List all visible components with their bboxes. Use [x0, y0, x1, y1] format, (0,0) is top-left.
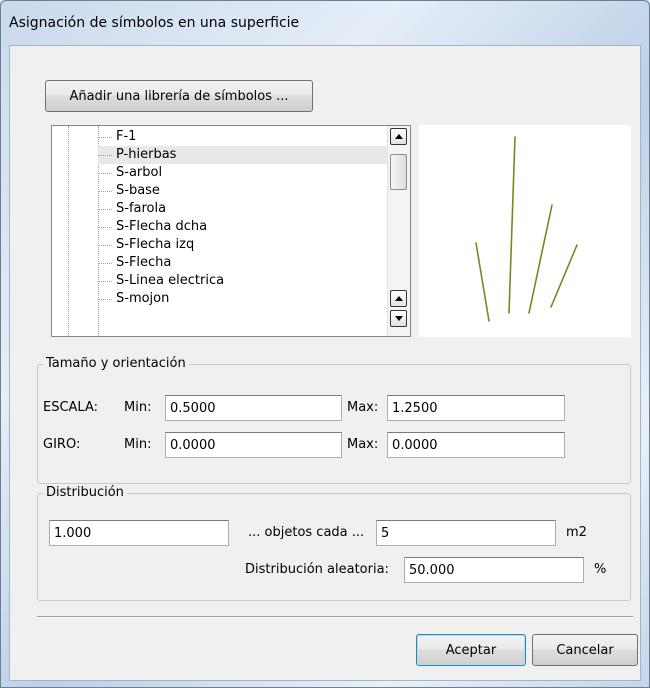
size-orientation-group: Tamaño y orientación ESCALA: Min: Max: G…: [37, 355, 631, 484]
rotation-max-label: Max:: [347, 437, 379, 452]
list-scrollbar[interactable]: [387, 126, 410, 336]
dialog-window: Asignación de símbolos en una superficie…: [0, 0, 650, 688]
accept-button[interactable]: Aceptar: [416, 634, 526, 666]
area-input[interactable]: [376, 520, 556, 546]
window-title: Asignación de símbolos en una superficie: [9, 15, 300, 31]
tree-guide-line: [68, 126, 69, 336]
list-item-label: P-hierbas: [116, 147, 177, 162]
grass-icon: [475, 136, 578, 322]
random-distribution-input[interactable]: [404, 557, 584, 583]
rotation-min-label: Min:: [124, 437, 152, 452]
objects-per-label: ... objetos cada ...: [248, 525, 365, 540]
list-item[interactable]: S-Linea electrica: [98, 272, 388, 290]
symbol-preview: [419, 125, 631, 337]
list-item[interactable]: S-mojon: [98, 290, 388, 308]
scroll-up-button[interactable]: [390, 128, 407, 145]
list-item[interactable]: S-farola: [98, 200, 388, 218]
scale-min-input[interactable]: [165, 395, 342, 421]
list-item-label: S-base: [116, 183, 160, 198]
scale-max-label: Max:: [347, 400, 379, 415]
scale-max-input[interactable]: [387, 395, 565, 421]
list-item-label: S-Linea electrica: [116, 273, 225, 288]
symbol-list-content: F-1 P-hierbas S-arbol S-base S-farola S-…: [52, 126, 389, 336]
rotation-label: GIRO:: [43, 437, 81, 452]
arrow-up-icon: [394, 296, 403, 301]
scroll-up-button[interactable]: [390, 290, 407, 307]
scale-min-label: Min:: [124, 400, 152, 415]
list-item-label: S-arbol: [116, 165, 163, 180]
arrow-down-icon: [394, 316, 403, 321]
list-item[interactable]: S-arbol: [98, 164, 388, 182]
list-item-label: S-Flecha dcha: [116, 219, 208, 234]
percent-unit-label: %: [594, 562, 607, 577]
list-item-label: S-Flecha izq: [116, 237, 195, 252]
distribution-group: Distribución ... objetos cada ... m2 Dis…: [37, 484, 631, 601]
scroll-thumb[interactable]: [390, 154, 407, 190]
object-count-input[interactable]: [49, 520, 229, 546]
add-library-button[interactable]: Añadir una librería de símbolos ...: [45, 80, 313, 112]
footer-divider: [37, 616, 633, 618]
list-item-label: S-farola: [116, 201, 167, 216]
list-item-label: S-mojon: [116, 291, 170, 306]
list-item[interactable]: S-Flecha dcha: [98, 218, 388, 236]
rotation-max-input[interactable]: [387, 432, 565, 458]
list-item-selected[interactable]: P-hierbas: [98, 146, 388, 164]
list-item[interactable]: S-Flecha: [98, 254, 388, 272]
title-bar[interactable]: Asignación de símbolos en una superficie: [1, 1, 649, 45]
scroll-down-button[interactable]: [390, 310, 407, 327]
symbol-list[interactable]: F-1 P-hierbas S-arbol S-base S-farola S-…: [51, 125, 411, 337]
list-item[interactable]: F-1: [98, 128, 388, 146]
list-item-label: S-Flecha: [116, 255, 172, 270]
rotation-min-input[interactable]: [165, 432, 342, 458]
list-item-label: F-1: [116, 129, 137, 144]
random-distribution-label: Distribución aleatoria:: [245, 562, 389, 577]
dialog-body: Añadir una librería de símbolos ... F-1 …: [9, 45, 641, 681]
scale-label: ESCALA:: [43, 400, 99, 415]
size-orientation-label: Tamaño y orientación: [43, 355, 189, 373]
cancel-button[interactable]: Cancelar: [532, 634, 638, 666]
arrow-up-icon: [394, 134, 403, 139]
area-unit-label: m2: [566, 525, 587, 540]
list-item[interactable]: S-base: [98, 182, 388, 200]
list-item[interactable]: S-Flecha izq: [98, 236, 388, 254]
distribution-label: Distribución: [43, 484, 127, 502]
